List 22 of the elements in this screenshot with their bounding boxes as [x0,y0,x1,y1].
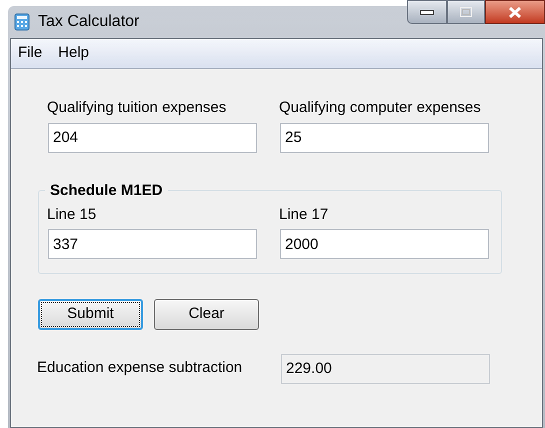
calculator-icon [14,13,30,31]
minimize-icon [420,10,434,14]
input-field[interactable]: 25 [280,122,489,152]
maximize-button[interactable] [447,0,485,24]
result-field[interactable]: 229.00 [281,354,490,384]
close-button[interactable] [485,0,545,24]
close-icon [508,6,522,18]
menu-item[interactable]: Help [52,42,96,65]
window-title: Tax Calculator [38,12,140,32]
field-label: Qualifying tuition expenses [47,98,228,118]
field-label: Qualifying computer expenses [279,98,482,118]
input-field[interactable]: 2000 [280,229,489,259]
input-field[interactable]: 204 [48,122,257,152]
field-label: Line 15 [47,204,98,224]
maximize-icon [460,7,472,17]
minimize-button[interactable] [407,0,447,24]
input-field[interactable]: 337 [48,229,257,259]
field-label: Line 17 [279,204,330,224]
action-button[interactable]: Clear [154,298,259,330]
result-label: Education expense subtraction [37,358,244,378]
menu-item[interactable]: File [12,42,48,65]
action-button[interactable]: Submit [38,298,143,330]
